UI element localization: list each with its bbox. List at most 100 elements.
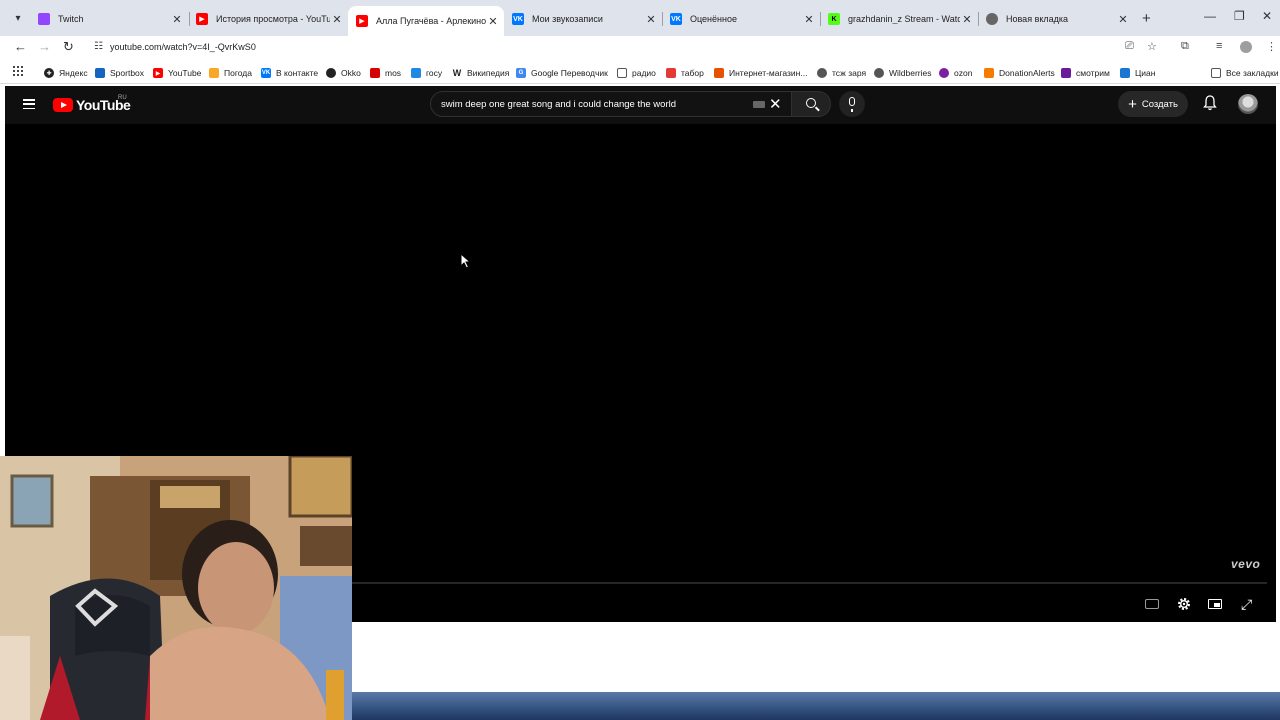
bookmark-shop[interactable]: Интернет-магазин... <box>714 66 807 80</box>
install-app-icon[interactable]: ⎚ <box>1125 40 1134 53</box>
globe-icon <box>874 68 884 78</box>
miniplayer-icon[interactable] <box>1208 599 1222 609</box>
bookmark-radio-folder[interactable]: радио <box>617 66 656 80</box>
youtube-icon: ▶ <box>356 15 368 27</box>
ozon-icon <box>939 68 949 78</box>
close-icon[interactable]: ✕ <box>486 15 500 28</box>
kick-icon: K <box>828 13 840 25</box>
globe-icon <box>817 68 827 78</box>
all-bookmarks[interactable]: Все закладки <box>1211 66 1279 80</box>
youtube-icon: ▶ <box>196 13 208 25</box>
clear-search-icon[interactable]: ✕ <box>769 95 782 113</box>
bookmark-label: YouTube <box>168 68 202 78</box>
back-arrow-icon[interactable]: ← <box>14 39 27 54</box>
close-icon[interactable]: ✕ <box>644 13 658 26</box>
bookmark-label: Циан <box>1135 68 1156 78</box>
bookmark-wikipedia[interactable]: W Википедия <box>452 66 509 80</box>
bookmark-smotrim[interactable]: смотрим <box>1061 66 1110 80</box>
vk-icon: VK <box>670 13 682 25</box>
bookmark-tabor[interactable]: табор <box>666 66 704 80</box>
mouse-cursor-icon <box>460 253 472 269</box>
account-avatar[interactable] <box>1238 94 1258 114</box>
profile-icon[interactable] <box>1240 41 1252 53</box>
keyboard-icon[interactable] <box>753 101 765 108</box>
bookmark-label: Яндекс <box>59 68 88 78</box>
voice-search-button[interactable] <box>839 91 865 117</box>
create-label: Создать <box>1141 98 1178 110</box>
new-tab-plus-icon[interactable]: + <box>1142 10 1151 27</box>
bookmarks-bar: ✚ Яндекс Sportbox ▶ YouTube Погода VK В кон… <box>0 62 1280 84</box>
close-icon[interactable]: ✕ <box>802 13 816 26</box>
bookmark-star-icon[interactable]: ☆ <box>1147 40 1157 53</box>
tab-twitch[interactable]: Twitch ✕ <box>30 7 188 31</box>
tab-audio[interactable]: VK Мои звукозаписи ✕ <box>504 7 662 31</box>
bookmark-label: Okko <box>341 68 361 78</box>
create-button[interactable]: + Создать <box>1118 91 1188 117</box>
close-icon[interactable]: ✕ <box>960 13 974 26</box>
bookmark-gosuslugi[interactable]: госу <box>411 66 442 80</box>
tab-kick-stream[interactable]: K grazhdanin_z Stream - Watch Live ✕ <box>820 7 978 31</box>
all-bookmarks-label: Все закладки <box>1226 68 1279 78</box>
window-close-icon[interactable]: ✕ <box>1262 9 1272 23</box>
close-icon[interactable]: ✕ <box>1116 13 1130 26</box>
bookmark-ozon[interactable]: ozon <box>939 66 972 80</box>
bookmark-donationalerts[interactable]: DonationAlerts <box>984 66 1055 80</box>
vk-icon: VK <box>512 13 524 25</box>
bookmark-label: В контакте <box>276 68 319 78</box>
bookmark-tszh[interactable]: тсж заря <box>817 66 866 80</box>
close-icon[interactable]: ✕ <box>330 13 344 26</box>
tab-search-chevron-icon[interactable]: ▾ <box>10 11 26 27</box>
screen: ▾ Twitch ✕ ▶ История просмотра - YouTube… <box>0 0 1280 720</box>
bookmark-okko[interactable]: Okko <box>326 66 361 80</box>
tab-title: Twitch <box>58 14 84 24</box>
smotrim-icon <box>1061 68 1071 78</box>
site-info-icon[interactable]: ☷ <box>94 41 103 52</box>
restore-icon[interactable]: ❐ <box>1234 9 1245 23</box>
bookmark-mos[interactable]: mos <box>370 66 401 80</box>
bookmark-sportbox[interactable]: Sportbox <box>95 66 144 80</box>
bookmark-label: Google Переводчик <box>531 68 608 78</box>
address-bar[interactable]: ☷ youtube.com/watch?v=4I_-QvrKwS0 <box>86 38 1172 58</box>
bookmark-youtube[interactable]: ▶ YouTube <box>153 66 201 80</box>
tab-active-video[interactable]: ▶ Алла Пугачёва - Арлекино (Official Vid… <box>348 6 504 36</box>
notifications-bell-icon[interactable] <box>1203 95 1217 111</box>
hamburger-menu-icon[interactable] <box>23 99 35 109</box>
weather-icon <box>209 68 219 78</box>
bookmark-vk[interactable]: VK В контакте <box>261 66 318 80</box>
bookmark-yandex[interactable]: ✚ Яндекс <box>44 66 88 80</box>
reload-icon[interactable]: ↻ <box>63 39 74 55</box>
plus-icon: + <box>1128 95 1137 113</box>
bookmark-label: госу <box>426 68 443 78</box>
close-icon[interactable]: ✕ <box>170 13 184 26</box>
background-mountain-image <box>352 692 1280 720</box>
tab-new[interactable]: Новая вкладка ✕ <box>978 7 1134 31</box>
chrome-icon <box>986 13 998 25</box>
tab-title: grazhdanin_z Stream - Watch Live <box>848 14 960 24</box>
bookmark-label: табор <box>681 68 704 78</box>
search-input[interactable]: swim deep one great song and i could cha… <box>430 91 792 117</box>
bookmark-label: тсж заря <box>832 68 867 78</box>
bookmark-label: Интернет-магазин... <box>729 68 808 78</box>
wikipedia-icon: W <box>452 68 462 78</box>
search-button[interactable] <box>791 91 831 117</box>
tab-history[interactable]: ▶ История просмотра - YouTube ✕ <box>188 7 348 31</box>
subtitles-icon[interactable] <box>1145 599 1159 609</box>
menu-kebab-icon[interactable]: ⋮ <box>1266 40 1277 53</box>
fullscreen-icon[interactable]: ⤢ <box>1241 596 1252 613</box>
microphone-icon <box>849 97 855 112</box>
tab-title: Мои звукозаписи <box>532 14 603 24</box>
forward-arrow-icon[interactable]: → <box>38 39 51 54</box>
tab-title: История просмотра - YouTube <box>216 14 330 24</box>
settings-gear-icon[interactable] <box>1176 596 1192 612</box>
sportbox-icon <box>95 68 105 78</box>
bookmark-wildberries[interactable]: Wildberries <box>874 66 932 80</box>
tab-rated[interactable]: VK Оценённое ✕ <box>662 7 820 31</box>
bookmark-google-translate[interactable]: G Google Переводчик <box>516 66 608 80</box>
minimize-icon[interactable]: — <box>1204 9 1216 23</box>
extensions-icon[interactable]: ⧉ <box>1181 40 1189 53</box>
media-controls-icon[interactable]: ≡ <box>1216 40 1222 52</box>
bookmark-weather[interactable]: Погода <box>209 66 252 80</box>
apps-grid-icon[interactable] <box>13 66 23 76</box>
okko-icon <box>326 68 336 78</box>
bookmark-cian[interactable]: Циан <box>1120 66 1155 80</box>
